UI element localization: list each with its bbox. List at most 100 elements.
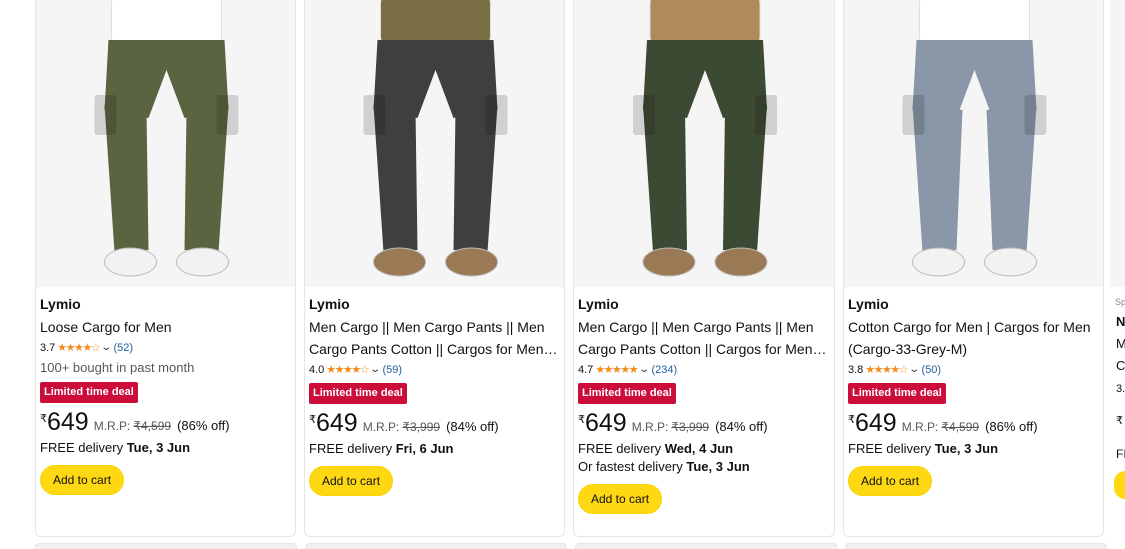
price-value[interactable]: 649 [316, 410, 358, 436]
add-to-cart-button[interactable]: Add to cart [309, 466, 394, 496]
product-info: Lymio Men Cargo || Men Cargo Pants || Me… [578, 296, 828, 514]
product-brand: Lymio [40, 296, 81, 312]
delivery-info: FREE delivery Tue, 3 Jun [848, 440, 1097, 458]
mrp-value: ₹3,999 [671, 420, 710, 434]
mrp-label: M.R.P: [631, 420, 669, 434]
review-count-link[interactable]: (234) [652, 363, 678, 377]
right-shoe [714, 247, 768, 277]
star-rating-icon[interactable]: ★★★★☆ [57, 341, 100, 355]
currency-symbol: ₹ [848, 414, 855, 426]
partial-product-image[interactable] [1110, 0, 1125, 287]
delivery-date: Fri, 6 Jun [395, 441, 454, 456]
chevron-down-icon[interactable]: ⌄ [100, 341, 112, 355]
mrp-label: M.R.P: [362, 420, 400, 434]
left-shoe [642, 247, 696, 277]
rating-value: 3.8 [848, 364, 864, 376]
delivery-info: FREE delivery Tue, 3 Jun [40, 439, 289, 457]
deal-badge: Limited time deal [309, 383, 407, 404]
mrp-value: ₹4,599 [941, 420, 980, 434]
star-rating-icon[interactable]: ★★★★★ [595, 363, 638, 377]
sponsored-label: Sp [1115, 297, 1125, 307]
cargo-pocket-left [902, 95, 925, 135]
partial-title-line1[interactable]: N [1116, 314, 1125, 329]
product-title-link[interactable]: Men Cargo || Men Cargo Pants || Men Carg… [309, 316, 558, 360]
partial-price: ₹ [1116, 415, 1123, 427]
delivery-date: Wed, 4 Jun [664, 441, 734, 456]
price-row: ₹ 649 M.R.P: ₹3,999 (84% off) [309, 410, 558, 436]
fastest-prefix: Or fastest delivery [578, 459, 687, 474]
cargo-pocket-left [94, 95, 117, 135]
delivery-prefix: FREE delivery [309, 441, 396, 456]
product-brand: Lymio [848, 296, 889, 312]
fastest-date: Tue, 3 Jun [686, 459, 750, 474]
product-card[interactable]: Lymio Cotton Cargo for Men | Cargos for … [843, 0, 1104, 537]
mrp-label: M.R.P: [901, 420, 939, 434]
product-title-link[interactable]: Cotton Cargo for Men | Cargos for Men (C… [848, 316, 1097, 360]
right-shoe [445, 247, 498, 277]
product-rating: 4.0 ★★★★☆ ⌄ (59) [309, 363, 558, 377]
price-value[interactable]: 649 [47, 409, 89, 435]
product-card[interactable]: Lymio Men Cargo || Men Cargo Pants || Me… [304, 0, 565, 537]
product-info: Lymio Men Cargo || Men Cargo Pants || Me… [309, 296, 558, 496]
product-card[interactable]: Lymio Loose Cargo for Men 3.7 ★★★★☆ ⌄ (5… [35, 0, 296, 537]
price-row: ₹ 649 M.R.P: ₹4,599 (86% off) [40, 409, 289, 435]
rating-value: 4.0 [309, 364, 325, 376]
cargo-pocket-left [633, 95, 655, 135]
delivery-info: FREE delivery Fri, 6 Jun [309, 440, 558, 458]
currency-symbol: ₹ [309, 414, 316, 426]
pants-waist-shape [104, 40, 229, 118]
cargo-pocket-right [485, 95, 508, 135]
deal-badge: Limited time deal [578, 383, 676, 404]
partial-title-line2[interactable]: M [1116, 336, 1125, 351]
delivery-prefix: FREE delivery [848, 441, 935, 456]
product-card[interactable]: Lymio Men Cargo || Men Cargo Pants || Me… [573, 0, 835, 537]
left-shoe [912, 247, 965, 277]
product-info: Lymio Cotton Cargo for Men | Cargos for … [848, 296, 1097, 496]
product-brand: Lymio [309, 296, 350, 312]
chevron-down-icon[interactable]: ⌄ [369, 363, 381, 377]
price-value[interactable]: 649 [855, 410, 897, 436]
delivery-date: Tue, 3 Jun [126, 440, 191, 455]
discount-percent: (86% off) [177, 418, 230, 433]
product-image[interactable] [36, 0, 295, 287]
product-image[interactable] [844, 0, 1103, 287]
product-rating: 4.7 ★★★★★ ⌄ (234) [578, 363, 828, 377]
pants-waist-shape [373, 40, 498, 118]
partial-add-to-cart-button[interactable] [1114, 471, 1125, 499]
pants-waist-shape [912, 40, 1037, 118]
product-photo-svg [94, 0, 239, 277]
chevron-down-icon[interactable]: ⌄ [638, 363, 650, 377]
cargo-pocket-right [1024, 95, 1047, 135]
mrp-label: M.R.P: [93, 419, 131, 433]
discount-percent: (84% off) [446, 419, 499, 434]
delivery-info: FREE delivery Wed, 4 Jun Or fastest deli… [578, 440, 828, 476]
product-photo-svg [363, 0, 508, 277]
cargo-pocket-right [216, 95, 239, 135]
right-shoe [984, 247, 1037, 277]
product-title-link[interactable]: Men Cargo || Men Cargo Pants || Men Carg… [578, 316, 828, 360]
bought-count: 100+ bought in past month [40, 360, 195, 375]
star-rating-icon[interactable]: ★★★★☆ [326, 363, 369, 377]
chevron-down-icon[interactable]: ⌄ [908, 363, 920, 377]
currency-symbol: ₹ [40, 413, 47, 425]
product-rating: 3.7 ★★★★☆ ⌄ (52) [40, 341, 289, 355]
add-to-cart-button[interactable]: Add to cart [848, 466, 933, 496]
product-brand: Lymio [578, 296, 619, 312]
review-count-link[interactable]: (50) [922, 363, 942, 377]
product-photo-svg [633, 0, 777, 277]
product-image[interactable] [574, 0, 834, 287]
add-to-cart-button[interactable]: Add to cart [578, 484, 663, 514]
partial-delivery: FI [1116, 447, 1125, 461]
deal-badge: Limited time deal [848, 383, 946, 404]
price-row: ₹ 649 M.R.P: ₹4,599 (86% off) [848, 410, 1097, 436]
delivery-date: Tue, 3 Jun [934, 441, 999, 456]
review-count-link[interactable]: (52) [114, 341, 134, 355]
price-value[interactable]: 649 [585, 410, 627, 436]
partial-title-line3[interactable]: C [1116, 358, 1125, 373]
review-count-link[interactable]: (59) [383, 363, 403, 377]
add-to-cart-button[interactable]: Add to cart [40, 465, 125, 495]
product-image[interactable] [305, 0, 564, 287]
star-rating-icon[interactable]: ★★★★☆ [865, 363, 908, 377]
product-title-link[interactable]: Loose Cargo for Men [40, 316, 289, 338]
left-shoe [373, 247, 426, 277]
